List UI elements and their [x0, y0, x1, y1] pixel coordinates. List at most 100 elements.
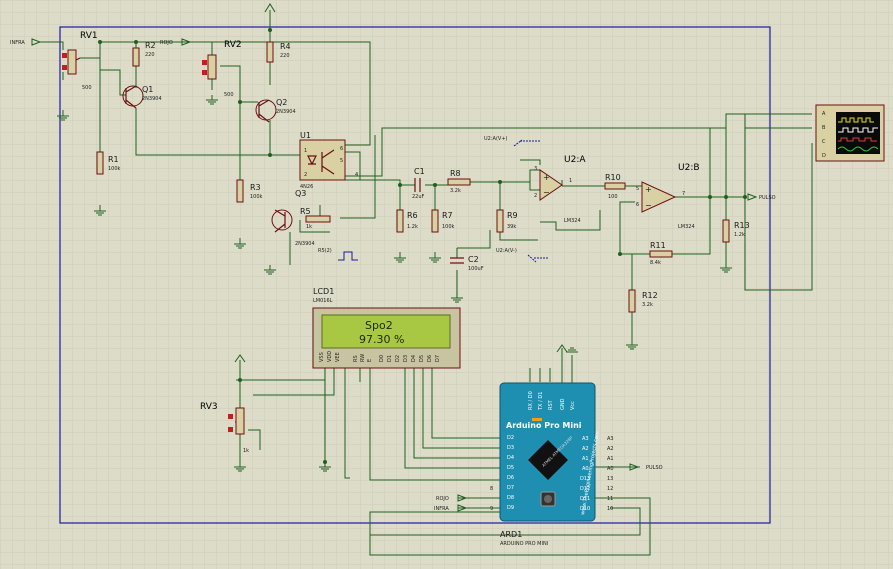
u2b-value: LM324: [678, 224, 695, 230]
ard-pin-d13: D13: [580, 476, 590, 482]
ard-pin-d2: D2: [507, 435, 514, 441]
r13-body[interactable]: [722, 219, 730, 243]
r11-body[interactable]: [649, 250, 673, 258]
rv3-value: 1k: [243, 448, 249, 454]
net-13: 13: [607, 476, 613, 482]
r6-body[interactable]: [396, 209, 404, 233]
ard-ref: ARD1: [500, 530, 522, 539]
port-pulso-label: PULSO: [759, 195, 776, 201]
lcd-pin-vee: VEE: [335, 352, 341, 362]
rv3-pin: [228, 427, 233, 432]
r13-ref: R13: [734, 221, 750, 230]
net-11: 11: [607, 496, 613, 502]
r9-ref: R9: [507, 211, 518, 220]
scope-channel-d: D: [822, 153, 826, 159]
r5-ref: R5: [300, 207, 311, 216]
net-10: 10: [607, 506, 613, 512]
r4-body[interactable]: [266, 41, 274, 63]
r1-ref: R1: [108, 155, 119, 164]
arduino-pro-mini[interactable]: Arduino Pro Mini ATMEL ATMEGA328P www.Th…: [499, 382, 601, 522]
ard-pin-d9: D9: [507, 505, 514, 511]
r11-value: 8.4k: [650, 260, 661, 266]
net-a2: A2: [607, 446, 614, 452]
u2b-pin-6: 6: [636, 202, 639, 208]
lcd-pin-d4: D4: [411, 355, 417, 362]
rv2-ref: RV2: [224, 40, 242, 50]
ard-port-infra: INFRA: [434, 506, 449, 512]
rv2-body[interactable]: [207, 54, 217, 80]
r10-value: 100: [608, 194, 618, 200]
probe-r5[interactable]: R5(2): [318, 248, 332, 254]
ard-pin-d4: D4: [507, 455, 514, 461]
net-8: 8: [490, 486, 493, 492]
ard-pin-rst: RST: [548, 399, 554, 410]
oscilloscope[interactable]: A B C D: [815, 104, 885, 162]
r6-value: 1.2k: [407, 224, 418, 230]
scope-channel-c: C: [822, 139, 826, 145]
ard-pin-a1: A1: [582, 456, 589, 462]
u2a-pin-2: 2: [534, 193, 537, 199]
ard-pin-d6: D6: [507, 475, 514, 481]
u2a-value: LM324: [564, 218, 581, 224]
r2-body[interactable]: [132, 47, 140, 67]
u1-pin-6: 6: [340, 146, 343, 152]
r8-ref: R8: [450, 169, 461, 178]
u1-ref: U1: [300, 131, 311, 140]
ard-pin-d3: D3: [507, 445, 514, 451]
r7-ref: R7: [442, 211, 453, 220]
r5-value: 1k: [306, 224, 312, 230]
r9-body[interactable]: [496, 209, 504, 233]
u2a-ref: U2:A: [564, 155, 586, 165]
probe-u2a-vminus[interactable]: U2:A(V-): [496, 248, 517, 254]
port-infra-label: INFRA: [10, 40, 25, 46]
r10-ref: R10: [605, 173, 621, 182]
r8-body[interactable]: [447, 178, 471, 186]
r4-value: 220: [280, 53, 290, 59]
c1-value: 22uF: [412, 194, 425, 200]
r3-body[interactable]: [236, 179, 244, 203]
c2-ref: C2: [468, 255, 479, 264]
rv3-body[interactable]: [235, 407, 245, 435]
lcd-pin-e: E: [367, 359, 373, 362]
r8-value: 3.2k: [450, 188, 461, 194]
rv2-pin: [202, 60, 207, 65]
ard-pin-d7: D7: [507, 485, 514, 491]
u1-pin-5: 5: [340, 158, 343, 164]
rv3-pin: [228, 414, 233, 419]
lcd-pin-d1: D1: [387, 355, 393, 362]
scope-channel-b: B: [822, 125, 826, 131]
schematic-canvas[interactable]: INFRA ROJO PULSO 1 2 6 5 4 + − 3 2 1 + −…: [0, 0, 893, 569]
ard-port-pulso: PULSO: [646, 465, 663, 471]
lcd-pin-rs: RS: [353, 355, 359, 362]
lcd-pin-rw: RW: [360, 354, 366, 362]
r6-ref: R6: [407, 211, 418, 220]
rv1-body[interactable]: [67, 49, 77, 75]
r2-ref: R2: [145, 41, 156, 50]
ard-pin-a0: A0: [582, 466, 589, 472]
r7-body[interactable]: [431, 209, 439, 233]
lcd-pin-vss: VSS: [319, 352, 325, 362]
c1-ref: C1: [414, 167, 425, 176]
rv1-value: 500: [82, 85, 92, 91]
rv1-ref: RV1: [80, 31, 98, 41]
ard-pin-d10: D10: [580, 506, 590, 512]
q3-value: 2N3904: [295, 241, 315, 247]
r12-ref: R12: [642, 291, 658, 300]
u2a-pin-3: 3: [534, 166, 537, 172]
opamp-plus: +: [645, 185, 652, 194]
r10-body[interactable]: [604, 182, 626, 190]
net-a0: A0: [607, 466, 614, 472]
r3-ref: R3: [250, 183, 261, 192]
ard-port-rojo: ROJO: [436, 496, 449, 502]
r1-body[interactable]: [96, 151, 104, 175]
lcd-display[interactable]: Spo2 97.30 % VSS VDD VEE RS RW E D0 D1 D…: [312, 307, 461, 369]
r5-body[interactable]: [305, 215, 331, 223]
ard-pin-rx: RX / D0: [528, 391, 534, 410]
r12-body[interactable]: [628, 289, 636, 313]
u2b-pin-5: 5: [636, 186, 639, 192]
probe-u2a-vplus[interactable]: U2:A(V+): [484, 136, 508, 142]
rv2-pin: [202, 70, 207, 75]
ard-pin-a2: A2: [582, 446, 589, 452]
q2-value: 2N3904: [276, 109, 296, 115]
r2-value: 220: [145, 52, 155, 58]
